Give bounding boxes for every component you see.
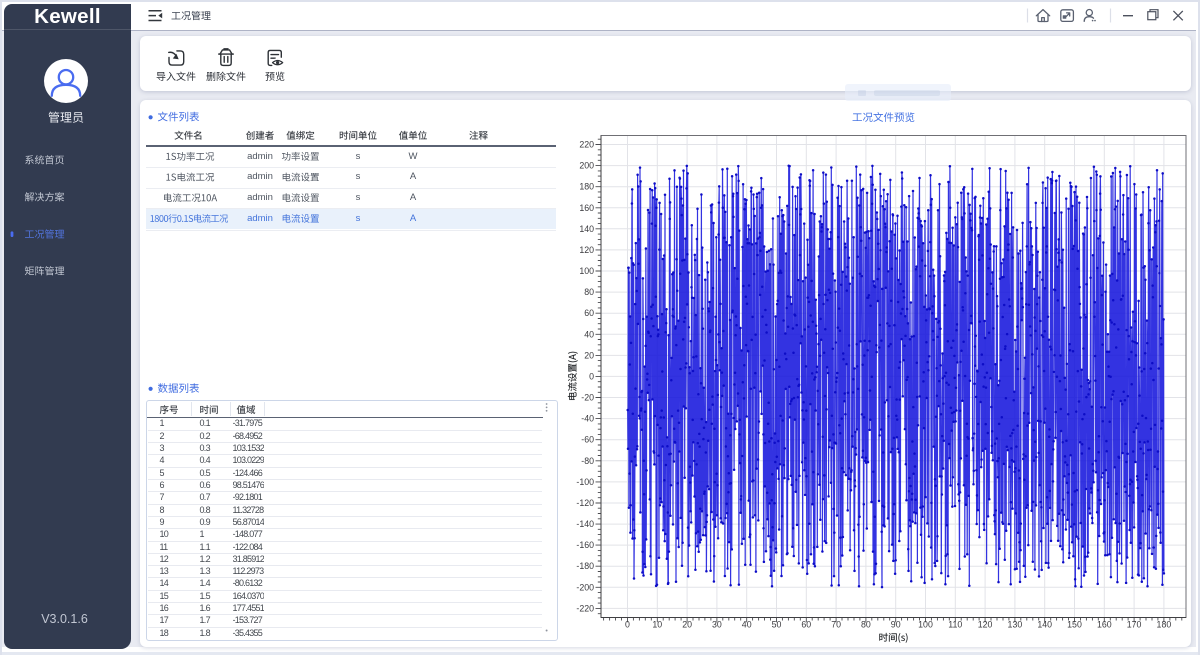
svg-text:140: 140: [1037, 620, 1052, 630]
svg-text:120: 120: [978, 620, 993, 630]
svg-text:20: 20: [584, 350, 594, 360]
svg-text:220: 220: [579, 140, 594, 150]
svg-text:180: 180: [579, 182, 594, 192]
svg-text:0: 0: [625, 620, 630, 630]
svg-text:70: 70: [831, 620, 841, 630]
svg-text:30: 30: [712, 620, 722, 630]
svg-text:120: 120: [579, 245, 594, 255]
svg-text:20: 20: [682, 620, 692, 630]
svg-text:80: 80: [584, 287, 594, 297]
svg-text:60: 60: [584, 308, 594, 318]
svg-text:200: 200: [579, 161, 594, 171]
svg-text:50: 50: [772, 620, 782, 630]
svg-text:-180: -180: [576, 561, 594, 571]
svg-text:80: 80: [861, 620, 871, 630]
svg-text:160: 160: [1097, 620, 1112, 630]
svg-text:40: 40: [742, 620, 752, 630]
svg-text:110: 110: [948, 620, 962, 630]
svg-text:-200: -200: [576, 582, 594, 592]
svg-text:-80: -80: [581, 456, 594, 466]
svg-text:-100: -100: [576, 477, 594, 487]
svg-text:0: 0: [589, 371, 594, 381]
svg-text:-60: -60: [581, 435, 594, 445]
svg-text:-140: -140: [576, 519, 594, 529]
svg-text:10: 10: [652, 620, 662, 630]
svg-text:-120: -120: [576, 498, 594, 508]
svg-text:130: 130: [1008, 620, 1023, 630]
svg-text:100: 100: [918, 620, 933, 630]
svg-text:40: 40: [584, 329, 594, 339]
svg-text:60: 60: [801, 620, 811, 630]
svg-text:-220: -220: [576, 603, 594, 613]
svg-text:100: 100: [579, 266, 594, 276]
svg-text:180: 180: [1157, 620, 1172, 630]
svg-text:140: 140: [579, 224, 594, 234]
svg-text:160: 160: [579, 203, 594, 213]
svg-text:150: 150: [1067, 620, 1082, 630]
svg-text:-160: -160: [576, 540, 594, 550]
svg-text:-40: -40: [581, 414, 594, 424]
svg-text:90: 90: [891, 620, 901, 630]
svg-text:170: 170: [1127, 620, 1142, 630]
svg-text:-20: -20: [581, 393, 594, 403]
